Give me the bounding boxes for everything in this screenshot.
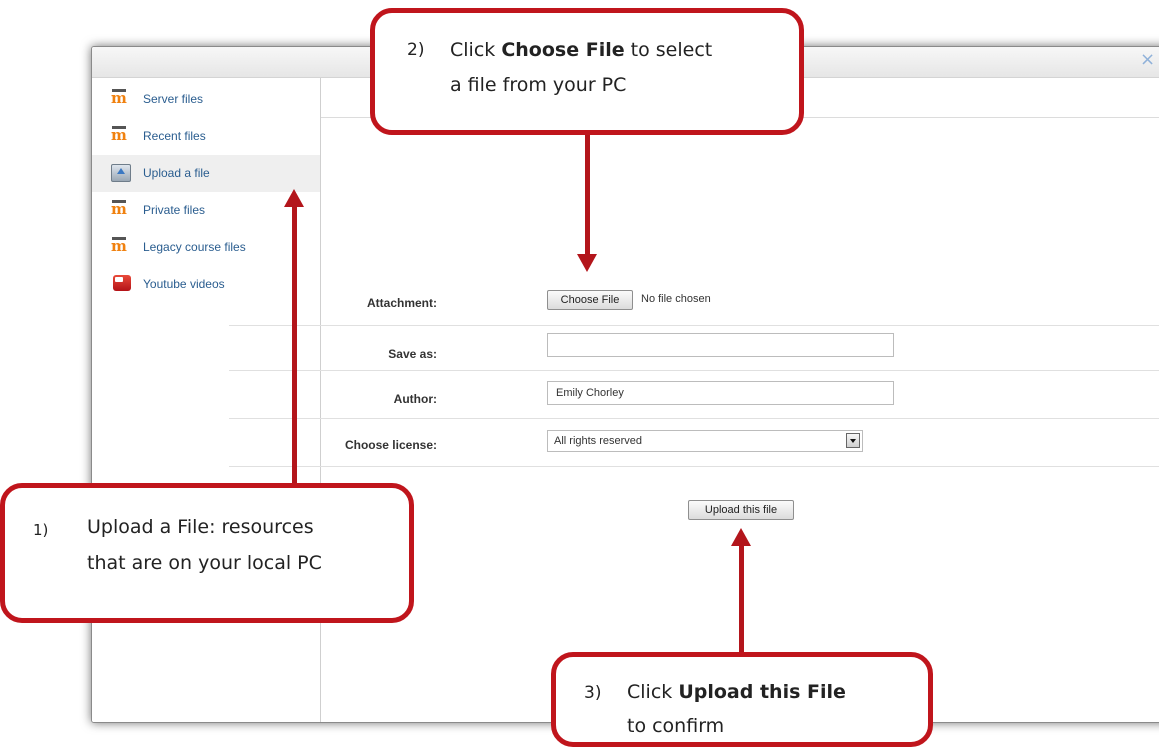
callout-line-2: to confirm [627,715,725,737]
callout-line-1: Upload a File: resources [87,516,314,538]
moodle-icon: m [111,237,127,255]
attachment-label: Attachment: [366,296,437,310]
youtube-icon [113,275,131,291]
callout-line-1: Click Upload this File [627,681,846,703]
sidebar-item-label: Upload a file [143,166,210,180]
callout-line-1: Click Choose File to select [450,39,713,61]
divider [229,370,1159,371]
annotation-arrow-3 [739,545,744,657]
arrow-head-down-icon [577,254,597,272]
divider [229,466,1159,467]
upload-this-file-button[interactable]: Upload this file [688,500,794,520]
moodle-icon: m [111,89,127,107]
sidebar-item-label: Legacy course files [143,240,246,254]
arrow-head-up-icon [731,528,751,546]
callout-step-2: 2) Click Choose File to select a file fr… [370,8,804,135]
sidebar-item-label: Private files [143,203,206,217]
chevron-down-icon[interactable] [846,433,860,448]
sidebar-item-label: Youtube videos [143,277,225,291]
divider [229,418,1159,419]
callout-line-2: a file from your PC [450,74,627,96]
arrow-head-up-icon [284,189,304,207]
save-as-input[interactable] [547,333,894,357]
sidebar-item-label: Server files [143,92,204,106]
callout-step-1: 1) Upload a File: resources that are on … [0,483,414,623]
choose-file-button[interactable]: Choose File [547,290,633,310]
upload-icon [111,164,131,182]
annotation-arrow-2 [585,130,590,255]
callout-number: 2) [407,40,425,60]
author-input[interactable]: Emily Chorley [547,381,894,405]
moodle-icon: m [111,200,127,218]
close-icon[interactable]: × [1140,50,1155,70]
annotation-arrow-1 [292,205,297,485]
save-as-label: Save as: [388,347,437,361]
callout-number: 1) [33,521,49,539]
callout-number: 3) [584,683,602,703]
sidebar-item-server-files[interactable]: m Server files [92,81,320,118]
license-select[interactable]: All rights reserved [547,430,863,452]
sidebar-item-recent-files[interactable]: m Recent files [92,118,320,155]
callout-line-2: that are on your local PC [87,552,322,574]
author-label: Author: [393,392,437,406]
license-label: Choose license: [344,438,437,452]
divider [229,325,1159,326]
license-select-value: All rights reserved [554,435,643,447]
sidebar-item-upload-a-file[interactable]: Upload a file [92,155,320,192]
sidebar-item-label: Recent files [143,129,206,143]
no-file-chosen-text: No file chosen [641,293,711,305]
moodle-icon: m [111,126,127,144]
sidebar-item-legacy-course-files[interactable]: m Legacy course files [92,229,320,266]
callout-step-3: 3) Click Upload this File to confirm [551,652,933,747]
